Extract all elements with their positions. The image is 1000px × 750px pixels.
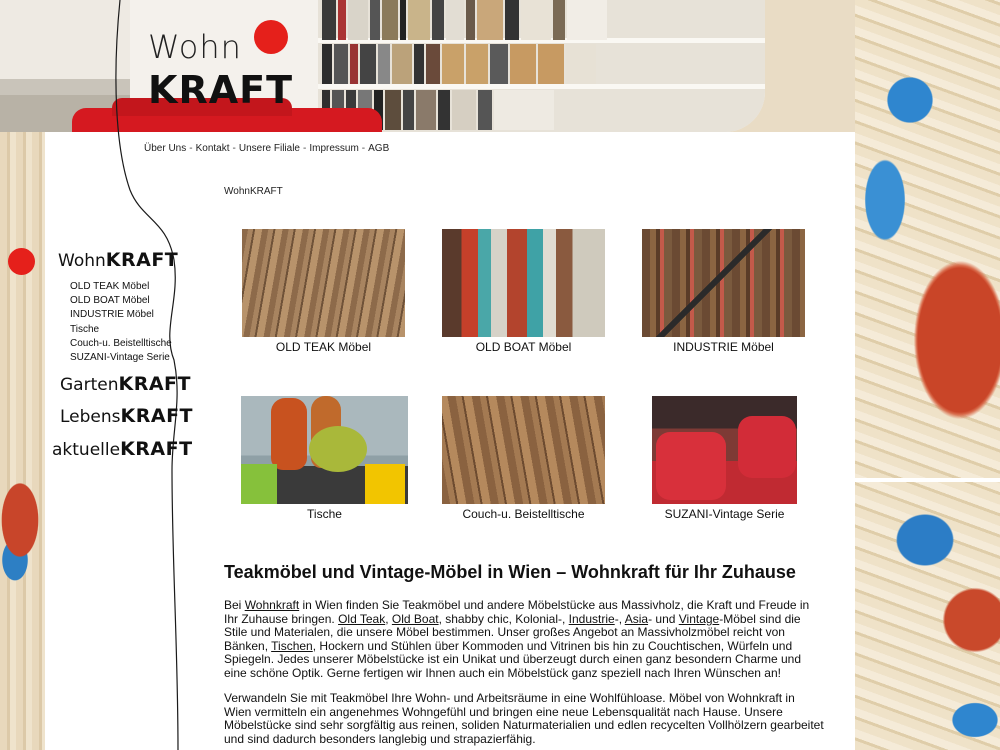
sidebar-item-gartenkraft[interactable]: GartenKRAFT	[60, 373, 191, 395]
gallery-caption: SUZANI-Vintage Serie	[664, 507, 785, 521]
sidebar-submenu: OLD TEAK Möbel OLD BOAT Möbel INDUSTRIE …	[70, 280, 172, 365]
nav-separator: -	[303, 143, 307, 154]
submenu-item: SUZANI-Vintage Serie	[70, 351, 172, 365]
sidebar-item-lebenskraft-bold: KRAFT	[120, 405, 194, 427]
link-old-boat[interactable]: Old Boat	[392, 612, 439, 626]
sidebar-item-aktuellekraft-bold: KRAFT	[120, 438, 193, 460]
background-texture-right	[855, 0, 1000, 750]
sidebar-item-aktuellekraft-thin: aktuelle	[52, 440, 121, 460]
submenu-suzani[interactable]: SUZANI-Vintage Serie	[70, 352, 170, 363]
nav-separator: -	[189, 143, 193, 154]
gallery-image-couch-beistelltische	[442, 396, 605, 504]
gallery-caption: INDUSTRIE Möbel	[673, 340, 774, 354]
nav-ueber-uns[interactable]: Über Uns	[144, 143, 186, 154]
top-navigation: Über Uns - Kontakt - Unsere Filiale - Im…	[144, 143, 389, 154]
nav-separator: -	[361, 143, 366, 154]
submenu-old-boat[interactable]: OLD BOAT Möbel	[70, 295, 150, 306]
link-industrie[interactable]: Industrie	[569, 612, 615, 626]
article-title: Teakmöbel und Vintage-Möbel in Wien – Wo…	[224, 562, 796, 582]
article-paragraph-1: Bei Wohnkraft in Wien finden Sie Teakmöb…	[224, 598, 824, 681]
gallery-item-old-boat[interactable]: OLD BOAT Möbel	[432, 229, 615, 354]
gallery-caption: Tische	[307, 507, 342, 521]
logo-kraft-text: KRAFT	[148, 68, 293, 112]
sidebar-item-gartenkraft-thin: Garten	[60, 375, 119, 395]
nav-agb[interactable]: AGB	[368, 143, 389, 154]
submenu-item: INDUSTRIE Möbel	[70, 308, 172, 322]
gallery-caption: Couch-u. Beistelltische	[462, 507, 585, 521]
sidebar-item-aktuellekraft[interactable]: aktuelleKRAFT	[52, 438, 193, 460]
link-vintage[interactable]: Vintage	[679, 612, 719, 626]
logo-wohn-text: Wohn	[148, 28, 242, 66]
submenu-couch-beistelltische[interactable]: Couch-u. Beistelltische	[70, 338, 172, 349]
header-banner: Wohn KRAFT	[0, 0, 765, 132]
nav-impressum[interactable]: Impressum	[309, 143, 358, 154]
submenu-item: Couch-u. Beistelltische	[70, 337, 172, 351]
submenu-item: Tische	[70, 323, 172, 337]
sidebar-active-dot	[8, 248, 35, 275]
text-run: ,	[385, 611, 392, 626]
link-wohnkraft[interactable]: Wohnkraft	[245, 598, 299, 612]
submenu-old-teak[interactable]: OLD TEAK Möbel	[70, 281, 149, 292]
gallery-image-suzani	[652, 396, 797, 504]
gallery-image-industrie	[642, 229, 805, 337]
gallery-item-couch-beistelltische[interactable]: Couch-u. Beistelltische	[432, 396, 615, 521]
submenu-item: OLD BOAT Möbel	[70, 294, 172, 308]
text-run: -,	[614, 611, 625, 626]
link-old-teak[interactable]: Old Teak	[338, 612, 385, 626]
submenu-item: OLD TEAK Möbel	[70, 280, 172, 294]
link-asia[interactable]: Asia	[625, 612, 648, 626]
article-paragraph-2: Verwandeln Sie mit Teakmöbel Ihre Wohn- …	[224, 691, 824, 746]
sidebar-item-wohnkraft-bold: KRAFT	[105, 249, 179, 271]
gallery-item-industrie[interactable]: INDUSTRIE Möbel	[632, 229, 815, 354]
gallery-caption: OLD TEAK Möbel	[275, 340, 372, 354]
gallery-item-suzani[interactable]: SUZANI-Vintage Serie	[632, 396, 817, 521]
gallery-image-tische	[241, 396, 408, 504]
gallery-item-old-teak[interactable]: OLD TEAK Möbel	[232, 229, 415, 354]
gallery-image-old-teak	[242, 229, 405, 337]
text-run: , shabby chic, Kolonial-,	[438, 611, 569, 626]
breadcrumb: WohnKRAFT	[224, 186, 283, 197]
gallery-item-tische[interactable]: Tische	[232, 396, 417, 521]
submenu-tische[interactable]: Tische	[70, 324, 99, 335]
nav-kontakt[interactable]: Kontakt	[196, 143, 230, 154]
header-photo-bookshelf	[318, 0, 765, 132]
sidebar-item-lebenskraft-thin: Lebens	[60, 407, 121, 427]
text-run: - und	[648, 611, 679, 626]
nav-unsere-filiale[interactable]: Unsere Filiale	[239, 143, 300, 154]
nav-separator: -	[232, 143, 236, 154]
sidebar-item-wohnkraft[interactable]: WohnKRAFT	[58, 249, 178, 271]
link-tischen[interactable]: Tischen	[271, 639, 313, 653]
sidebar-item-lebenskraft[interactable]: LebensKRAFT	[60, 405, 193, 427]
sidebar-item-gartenkraft-bold: KRAFT	[118, 373, 191, 395]
sidebar-item-wohnkraft-thin: Wohn	[58, 251, 106, 271]
text-run: Bei	[224, 598, 245, 612]
gallery-caption: OLD BOAT Möbel	[475, 340, 572, 354]
submenu-industrie[interactable]: INDUSTRIE Möbel	[70, 309, 154, 320]
gallery-image-old-boat	[442, 229, 605, 337]
